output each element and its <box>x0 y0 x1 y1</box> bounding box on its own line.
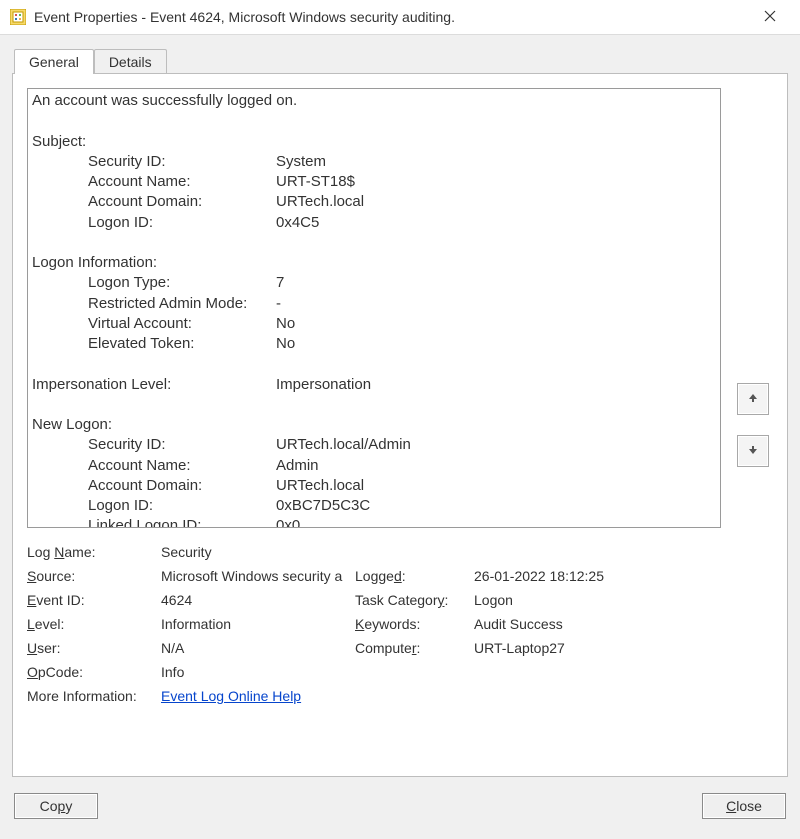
label-logged: Logged: <box>355 568 470 584</box>
link-event-log-online-help[interactable]: Event Log Online Help <box>161 688 301 704</box>
label-opcode: OpCode: <box>27 664 157 680</box>
value-account-domain: URTech.local <box>276 192 712 212</box>
value-impersonation: Impersonation <box>276 375 712 395</box>
close-button[interactable]: Close <box>702 793 786 819</box>
tab-strip: General Details <box>14 45 788 73</box>
tab-general[interactable]: General <box>14 49 94 74</box>
label-event-id: Event ID: <box>27 592 157 608</box>
value-computer: URT-Laptop27 <box>474 640 721 656</box>
label-nl-security-id: Security ID: <box>88 435 276 455</box>
tab-panel: An account was successfully logged on. S… <box>12 73 788 777</box>
label-task-category: Task Category: <box>355 592 470 608</box>
desc-header: An account was successfully logged on. <box>32 91 712 111</box>
value-elevated-token: No <box>276 334 712 354</box>
label-restricted-admin: Restricted Admin Mode: <box>88 294 276 314</box>
copy-button[interactable]: Copy <box>14 793 98 819</box>
label-more-info: More Information: <box>27 688 157 704</box>
description-textbox[interactable]: An account was successfully logged on. S… <box>27 88 721 528</box>
label-nl-account-name: Account Name: <box>88 456 276 476</box>
subject-heading: Subject: <box>32 132 712 152</box>
value-keywords: Audit Success <box>474 616 721 632</box>
label-logon-type: Logon Type: <box>88 273 276 293</box>
client-area: General Details An account was successfu… <box>0 35 800 783</box>
value-logon-id: 0x4C5 <box>276 213 712 233</box>
value-nl-account-domain: URTech.local <box>276 476 712 496</box>
side-nav <box>733 88 773 762</box>
label-keywords: Keywords: <box>355 616 470 632</box>
value-restricted-admin: - <box>276 294 712 314</box>
value-event-id: 4624 <box>161 592 351 608</box>
label-level: Level: <box>27 616 157 632</box>
value-level: Information <box>161 616 351 632</box>
main-column: An account was successfully logged on. S… <box>27 88 721 762</box>
app-icon <box>10 9 26 25</box>
value-task-category: Logon <box>474 592 721 608</box>
value-opcode: Info <box>161 664 721 680</box>
metadata-grid: Log Name: Security Source: Microsoft Win… <box>27 544 721 704</box>
window-close-button[interactable] <box>750 9 790 25</box>
label-account-name: Account Name: <box>88 172 276 192</box>
label-elevated-token: Elevated Token: <box>88 334 276 354</box>
label-security-id: Security ID: <box>88 152 276 172</box>
value-logged: 26-01-2022 18:12:25 <box>474 568 721 584</box>
title-bar: Event Properties - Event 4624, Microsoft… <box>0 0 800 35</box>
label-source: Source: <box>27 568 157 584</box>
value-source: Microsoft Windows security a <box>161 568 351 584</box>
logon-info-heading: Logon Information: <box>32 253 712 273</box>
label-computer: Computer: <box>355 640 470 656</box>
value-nl-logon-id: 0xBC7D5C3C <box>276 496 712 516</box>
tab-details[interactable]: Details <box>94 49 167 74</box>
label-nl-logon-id: Logon ID: <box>88 496 276 516</box>
label-nl-linked-logon-id: Linked Logon ID: <box>88 516 276 528</box>
prev-event-button[interactable] <box>737 383 769 415</box>
value-logon-type: 7 <box>276 273 712 293</box>
window-root: Event Properties - Event 4624, Microsoft… <box>0 0 800 839</box>
value-account-name: URT-ST18$ <box>276 172 712 192</box>
value-virtual-account: No <box>276 314 712 334</box>
label-nl-account-domain: Account Domain: <box>88 476 276 496</box>
label-logon-id: Logon ID: <box>88 213 276 233</box>
arrow-down-icon <box>747 444 759 458</box>
value-user: N/A <box>161 640 351 656</box>
value-log-name: Security <box>161 544 721 560</box>
value-nl-security-id: URTech.local/Admin <box>276 435 712 455</box>
label-virtual-account: Virtual Account: <box>88 314 276 334</box>
label-impersonation: Impersonation Level: <box>32 375 276 395</box>
next-event-button[interactable] <box>737 435 769 467</box>
label-log-name: Log Name: <box>27 544 157 560</box>
arrow-up-icon <box>747 392 759 406</box>
label-user: User: <box>27 640 157 656</box>
value-nl-linked-logon-id: 0x0 <box>276 516 712 528</box>
window-title: Event Properties - Event 4624, Microsoft… <box>34 9 750 25</box>
value-nl-account-name: Admin <box>276 456 712 476</box>
value-security-id: System <box>276 152 712 172</box>
label-account-domain: Account Domain: <box>88 192 276 212</box>
new-logon-heading: New Logon: <box>32 415 712 435</box>
button-bar: Copy Close <box>0 783 800 839</box>
